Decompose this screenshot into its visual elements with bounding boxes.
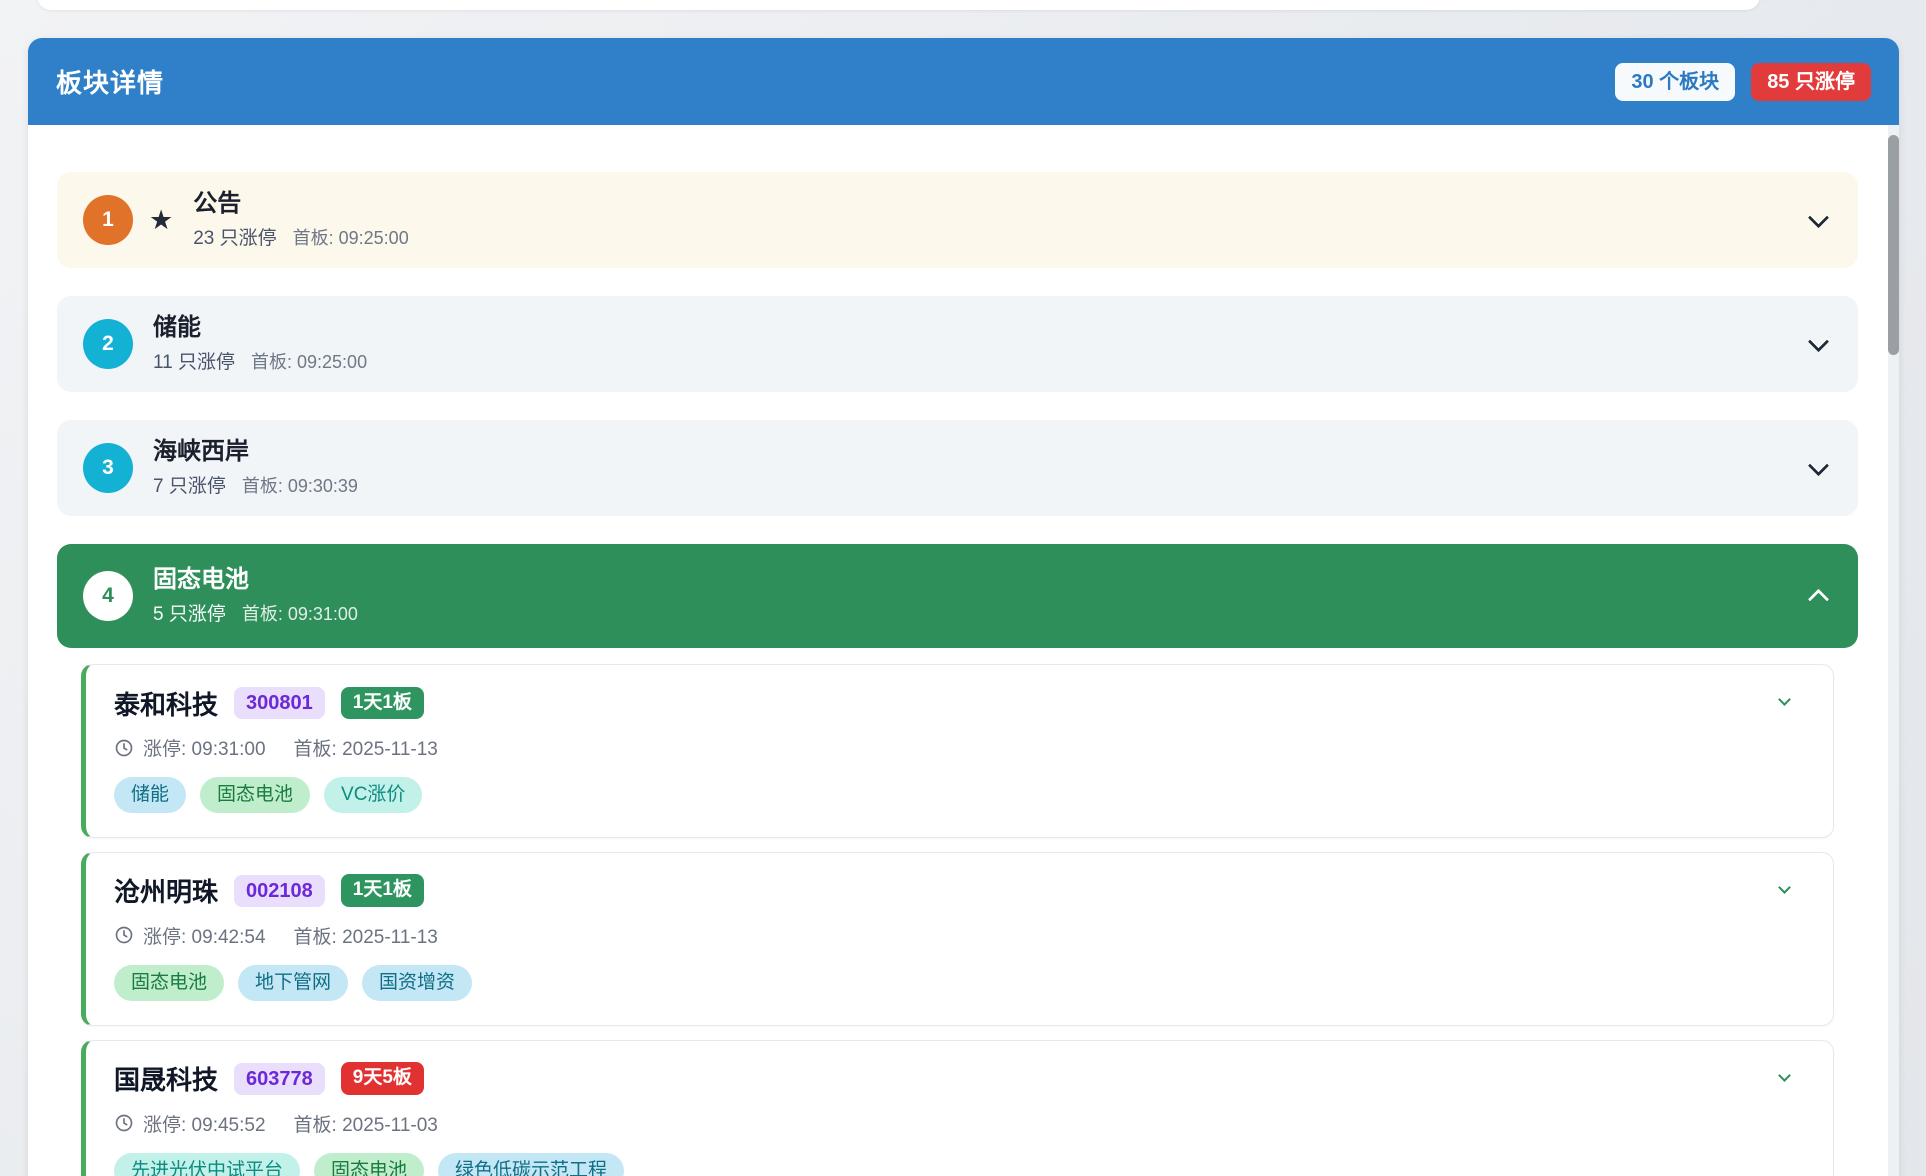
stock-title-row: 泰和科技 300801 1天1板: [114, 686, 1805, 720]
sector-name: 公告: [193, 190, 409, 218]
stock-tag: VC涨价: [324, 777, 422, 813]
stock-tag: 固态电池: [200, 777, 310, 813]
limit-up-time: 涨停: 09:45:52: [143, 1110, 266, 1137]
stock-name: 国晟科技: [114, 1060, 218, 1097]
stock-tag: 固态电池: [114, 965, 224, 1001]
panel-header: 板块详情 30 个板块 85 只涨停: [28, 38, 1899, 125]
sector-text: 海峡西岸 7 只涨停 首板: 09:30:39: [153, 438, 358, 499]
chevron-up-icon[interactable]: [1808, 588, 1829, 609]
rank-badge: 4: [83, 571, 133, 621]
sector-subtitle: 7 只涨停 首板: 09:30:39: [153, 471, 358, 498]
stock-name: 泰和科技: [114, 685, 218, 722]
star-icon: ★: [149, 207, 173, 234]
sector-name: 储能: [153, 314, 367, 342]
limit-up-time: 涨停: 09:42:54: [143, 922, 266, 949]
board-count-badge: 1天1板: [341, 874, 424, 907]
page-title: 板块详情: [56, 63, 164, 100]
sector-count-badge: 30 个板块: [1615, 63, 1735, 101]
scrollbar-track[interactable]: [1888, 125, 1899, 1176]
sector-text: 储能 11 只涨停 首板: 09:25:00: [153, 314, 367, 375]
sector-first-board-time: 首板: 09:25:00: [293, 224, 409, 250]
stock-meta: 涨停: 09:45:52 首板: 2025-11-03: [114, 1110, 1805, 1137]
sector-text: 公告 23 只涨停 首板: 09:25:00: [193, 190, 409, 251]
stock-tag: 先进光伏中试平台: [114, 1153, 300, 1176]
stock-meta: 涨停: 09:42:54 首板: 2025-11-13: [114, 922, 1805, 949]
stock-code-badge: 603778: [234, 1063, 325, 1095]
chevron-down-icon[interactable]: [1808, 331, 1829, 352]
stock-tag: 国资增资: [362, 965, 472, 1001]
previous-card-remnant: [37, 0, 1760, 10]
sector-subtitle: 5 只涨停 首板: 09:31:00: [153, 599, 358, 626]
first-board-date: 首板: 2025-11-13: [294, 734, 438, 761]
sector-name: 海峡西岸: [153, 438, 358, 466]
sector-text: 固态电池 5 只涨停 首板: 09:31:00: [153, 566, 358, 627]
stock-tags: 先进光伏中试平台 固态电池 绿色低碳示范工程: [114, 1153, 1805, 1176]
stock-card[interactable]: 泰和科技 300801 1天1板 涨停: 09:31:00 首板: 2025-1…: [81, 664, 1834, 838]
stock-code-badge: 300801: [234, 687, 325, 719]
stock-tags: 固态电池 地下管网 国资增资: [114, 965, 1805, 1001]
sector-name: 固态电池: [153, 566, 358, 594]
limit-up-time: 涨停: 09:31:00: [143, 734, 266, 761]
sector-limit-up-count: 23 只涨停: [193, 223, 276, 250]
rank-badge: 3: [83, 443, 133, 493]
rank-badge: 1: [83, 195, 133, 245]
header-badges: 30 个板块 85 只涨停: [1615, 63, 1871, 101]
clock-icon: [114, 1113, 134, 1133]
sector-row[interactable]: 2 ★ 储能 11 只涨停 首板: 09:25:00: [57, 296, 1858, 392]
sector-row[interactable]: 3 ★ 海峡西岸 7 只涨停 首板: 09:30:39: [57, 420, 1858, 516]
board-count-badge: 1天1板: [341, 687, 424, 720]
scrollbar-thumb[interactable]: [1888, 135, 1899, 355]
sector-subtitle: 11 只涨停 首板: 09:25:00: [153, 347, 367, 374]
chevron-down-icon[interactable]: [1808, 455, 1829, 476]
sector-list: 1 ★ 公告 23 只涨停 首板: 09:25:00 泰和科技 300801 1…: [57, 172, 1899, 1176]
panel-body: 1 ★ 公告 23 只涨停 首板: 09:25:00 泰和科技 300801 1…: [28, 125, 1899, 1176]
board-count-badge: 9天5板: [341, 1062, 424, 1095]
sector-row[interactable]: 1 ★ 公告 23 只涨停 首板: 09:25:00: [57, 172, 1858, 268]
stock-title-row: 国晟科技 603778 9天5板: [114, 1062, 1805, 1096]
first-board-date: 首板: 2025-11-13: [294, 922, 438, 949]
stock-meta: 涨停: 09:31:00 首板: 2025-11-13: [114, 734, 1805, 761]
stock-tags: 储能 固态电池 VC涨价: [114, 777, 1805, 813]
stock-card[interactable]: 国晟科技 603778 9天5板 涨停: 09:45:52 首板: 2025-1…: [81, 1040, 1834, 1176]
first-board-date: 首板: 2025-11-03: [294, 1110, 438, 1137]
sector-limit-up-count: 11 只涨停: [153, 347, 235, 374]
stock-code-badge: 002108: [234, 875, 325, 907]
stock-tag: 固态电池: [314, 1153, 424, 1176]
sector-limit-up-count: 5 只涨停: [153, 599, 226, 626]
stock-list: 泰和科技 300801 1天1板 涨停: 09:31:00 首板: 2025-1…: [81, 664, 1834, 1176]
sector-row[interactable]: 4 ★ 固态电池 5 只涨停 首板: 09:31:00: [57, 544, 1858, 648]
sector-subtitle: 23 只涨停 首板: 09:25:00: [193, 223, 409, 250]
sector-detail-panel: 板块详情 30 个板块 85 只涨停 1 ★ 公告 23 只涨停 首板: 09:…: [28, 38, 1899, 1176]
clock-icon: [114, 925, 134, 945]
chevron-down-icon[interactable]: [1808, 207, 1829, 228]
stock-tag: 地下管网: [238, 965, 348, 1001]
stock-card[interactable]: 沧州明珠 002108 1天1板 涨停: 09:42:54 首板: 2025-1…: [81, 852, 1834, 1026]
sector-first-board-time: 首板: 09:30:39: [242, 472, 358, 498]
expanded-stock-section: 泰和科技 300801 1天1板 涨停: 09:31:00 首板: 2025-1…: [57, 664, 1899, 1176]
stock-title-row: 沧州明珠 002108 1天1板: [114, 874, 1805, 908]
stock-tag: 绿色低碳示范工程: [438, 1153, 624, 1176]
sector-first-board-time: 首板: 09:25:00: [251, 348, 367, 374]
stock-name: 沧州明珠: [114, 872, 218, 909]
limit-up-count-badge: 85 只涨停: [1751, 63, 1871, 101]
stock-tag: 储能: [114, 777, 186, 813]
sector-limit-up-count: 7 只涨停: [153, 471, 226, 498]
clock-icon: [114, 738, 134, 758]
rank-badge: 2: [83, 319, 133, 369]
sector-first-board-time: 首板: 09:31:00: [242, 600, 358, 626]
